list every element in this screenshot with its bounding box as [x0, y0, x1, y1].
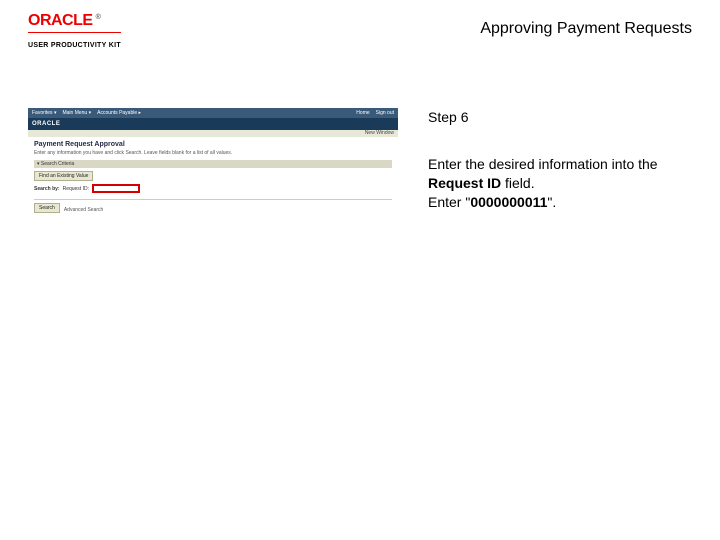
mini-field-label: Request ID:	[63, 186, 89, 192]
mini-search-row: Search by: Request ID:	[34, 184, 392, 193]
instruction-text-2a: Enter "	[428, 194, 470, 210]
mini-subbar: New Window	[28, 130, 398, 137]
mini-description: Enter any information you have and click…	[34, 150, 392, 156]
mini-advanced-search-link: Advanced Search	[64, 207, 103, 213]
mini-newwindow-link: New Window	[365, 130, 394, 136]
mini-brand-text: ORACLE	[32, 121, 60, 127]
mini-home-link: Home	[356, 110, 369, 116]
mini-nav-main: Main Menu ▾	[62, 110, 91, 116]
mini-page-heading: Payment Request Approval	[34, 141, 392, 148]
mini-request-id-input-highlight	[92, 184, 140, 193]
trademark-symbol: ®	[96, 14, 101, 21]
instruction-field-name: Request ID	[428, 175, 501, 191]
logo-block: ORACLE ® USER PRODUCTIVITY KIT	[28, 12, 121, 52]
doc-header: ORACLE ® USER PRODUCTIVITY KIT Approving…	[0, 0, 720, 58]
mini-brandbar: ORACLE	[28, 118, 398, 130]
instruction-line-1: Enter the desired information into the R…	[428, 155, 692, 193]
instruction-text-1a: Enter the desired information into the	[428, 156, 658, 172]
content-row: Favorites ▾ Main Menu ▾ Accounts Payable…	[0, 58, 720, 220]
screenshot-column: Favorites ▾ Main Menu ▾ Accounts Payable…	[28, 108, 398, 220]
mini-nav-favorites: Favorites ▾	[32, 110, 56, 116]
embedded-screenshot: Favorites ▾ Main Menu ▾ Accounts Payable…	[28, 108, 398, 220]
instruction-line-2: Enter "0000000011".	[428, 193, 692, 212]
mini-section-header: ▾ Search Criteria	[34, 160, 392, 168]
instruction-column: Step 6 Enter the desired information int…	[428, 108, 692, 220]
mini-search-button: Search	[34, 203, 60, 213]
instruction-text-2c: ".	[547, 194, 556, 210]
step-label: Step 6	[428, 108, 692, 127]
mini-body: Payment Request Approval Enter any infor…	[28, 137, 398, 220]
page-title: Approving Payment Requests	[480, 20, 692, 38]
instruction-value: 0000000011	[470, 194, 547, 210]
mini-toolbar: Favorites ▾ Main Menu ▾ Accounts Payable…	[28, 108, 398, 118]
mini-nav-breadcrumb: Accounts Payable ▸	[97, 110, 141, 116]
mini-search-by-label: Search by:	[34, 186, 60, 192]
upk-bar: USER PRODUCTIVITY KIT	[28, 32, 121, 52]
mini-footer: Search Advanced Search	[34, 199, 392, 216]
mini-find-existing-button: Find an Existing Value	[34, 171, 93, 181]
oracle-logo-text: ORACLE	[28, 12, 93, 30]
instruction-text-1c: field.	[501, 175, 534, 191]
oracle-logo: ORACLE ®	[28, 12, 121, 30]
upk-text: USER PRODUCTIVITY KIT	[28, 42, 121, 49]
mini-signout-link: Sign out	[376, 110, 394, 116]
